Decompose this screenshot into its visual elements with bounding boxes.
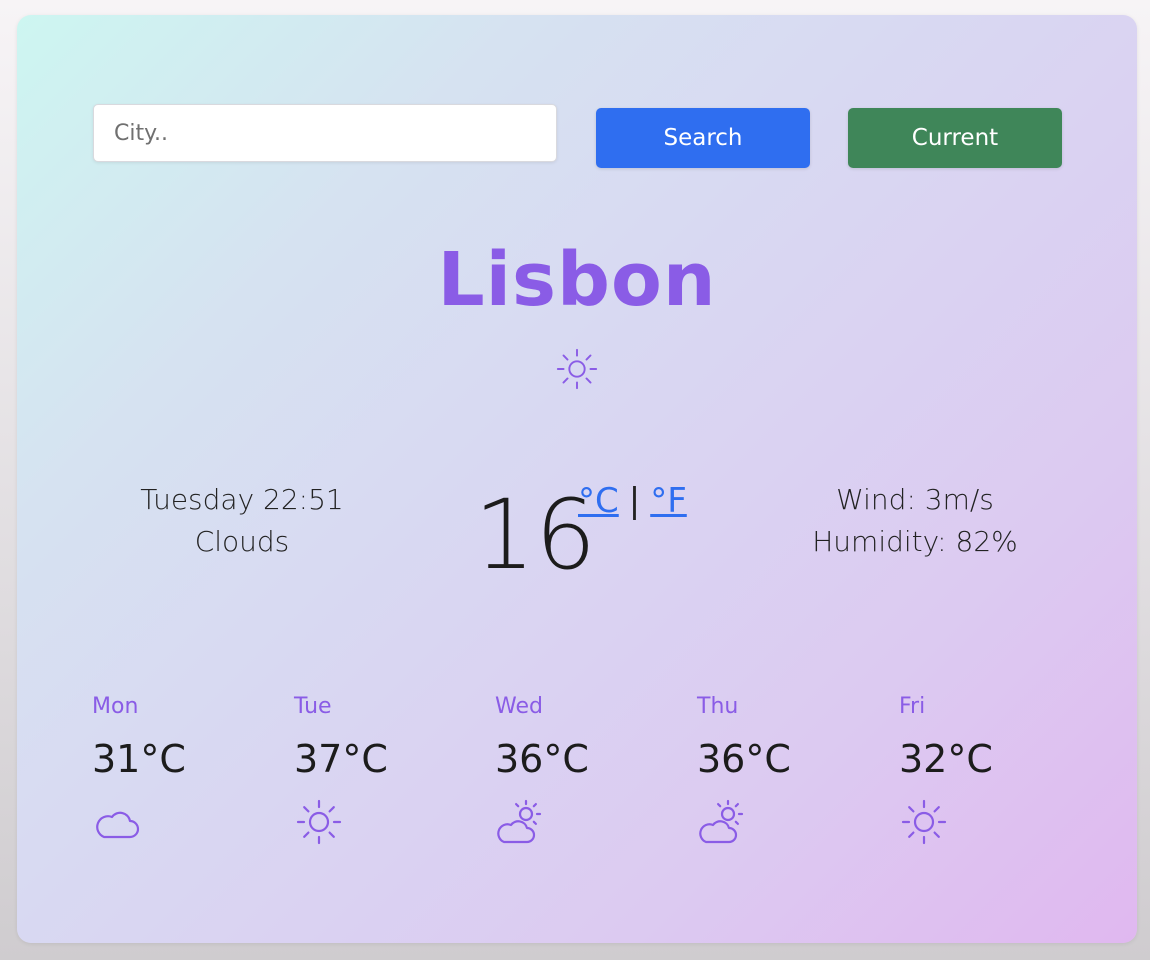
forecast-day-wed: Wed 36°C — [495, 694, 655, 851]
search-button[interactable]: Search — [596, 108, 810, 168]
forecast-day-label: Wed — [495, 694, 543, 719]
unit-toggle: °C | °F — [578, 481, 687, 521]
current-conditions: Tuesday 22:51 Clouds — [117, 479, 367, 563]
forecast-temperature: 32°C — [899, 737, 993, 781]
celsius-link[interactable]: °C — [578, 481, 619, 521]
wind-humidity: Wind: 3m/s Humidity: 82% — [785, 479, 1045, 563]
forecast-temperature: 36°C — [495, 737, 589, 781]
forecast-day-fri: Fri 32°C — [899, 694, 1059, 851]
forecast-day-tue: Tue 37°C — [294, 694, 454, 851]
fahrenheit-link[interactable]: °F — [650, 481, 687, 521]
forecast-day-thu: Thu 36°C — [697, 694, 857, 851]
partly-cloudy-icon — [699, 799, 744, 844]
forecast-day-mon: Mon 31°C — [92, 694, 252, 851]
wind-speed: Wind: 3m/s — [836, 483, 994, 516]
city-search-input[interactable] — [93, 104, 557, 162]
weather-description: Clouds — [194, 525, 290, 558]
date-time: Tuesday 22:51 — [140, 483, 344, 516]
current-location-button[interactable]: Current — [848, 108, 1062, 168]
city-name: Lisbon — [437, 237, 717, 323]
forecast-day-label: Fri — [899, 694, 926, 719]
forecast-temperature: 37°C — [294, 737, 388, 781]
humidity: Humidity: 82% — [812, 525, 1018, 558]
forecast-day-label: Tue — [294, 694, 332, 719]
sun-icon — [296, 799, 342, 845]
forecast-temperature: 36°C — [697, 737, 791, 781]
sun-icon — [901, 799, 947, 845]
unit-separator: | — [628, 481, 641, 521]
forecast-temperature: 31°C — [92, 737, 186, 781]
cloud-icon — [96, 811, 140, 839]
forecast-day-label: Thu — [697, 694, 739, 719]
weather-card: Search Current Lisbon Tuesday 22:51 Clou… — [17, 15, 1137, 943]
sun-icon — [556, 348, 598, 390]
partly-cloudy-icon — [497, 799, 542, 844]
forecast-day-label: Mon — [92, 694, 139, 719]
